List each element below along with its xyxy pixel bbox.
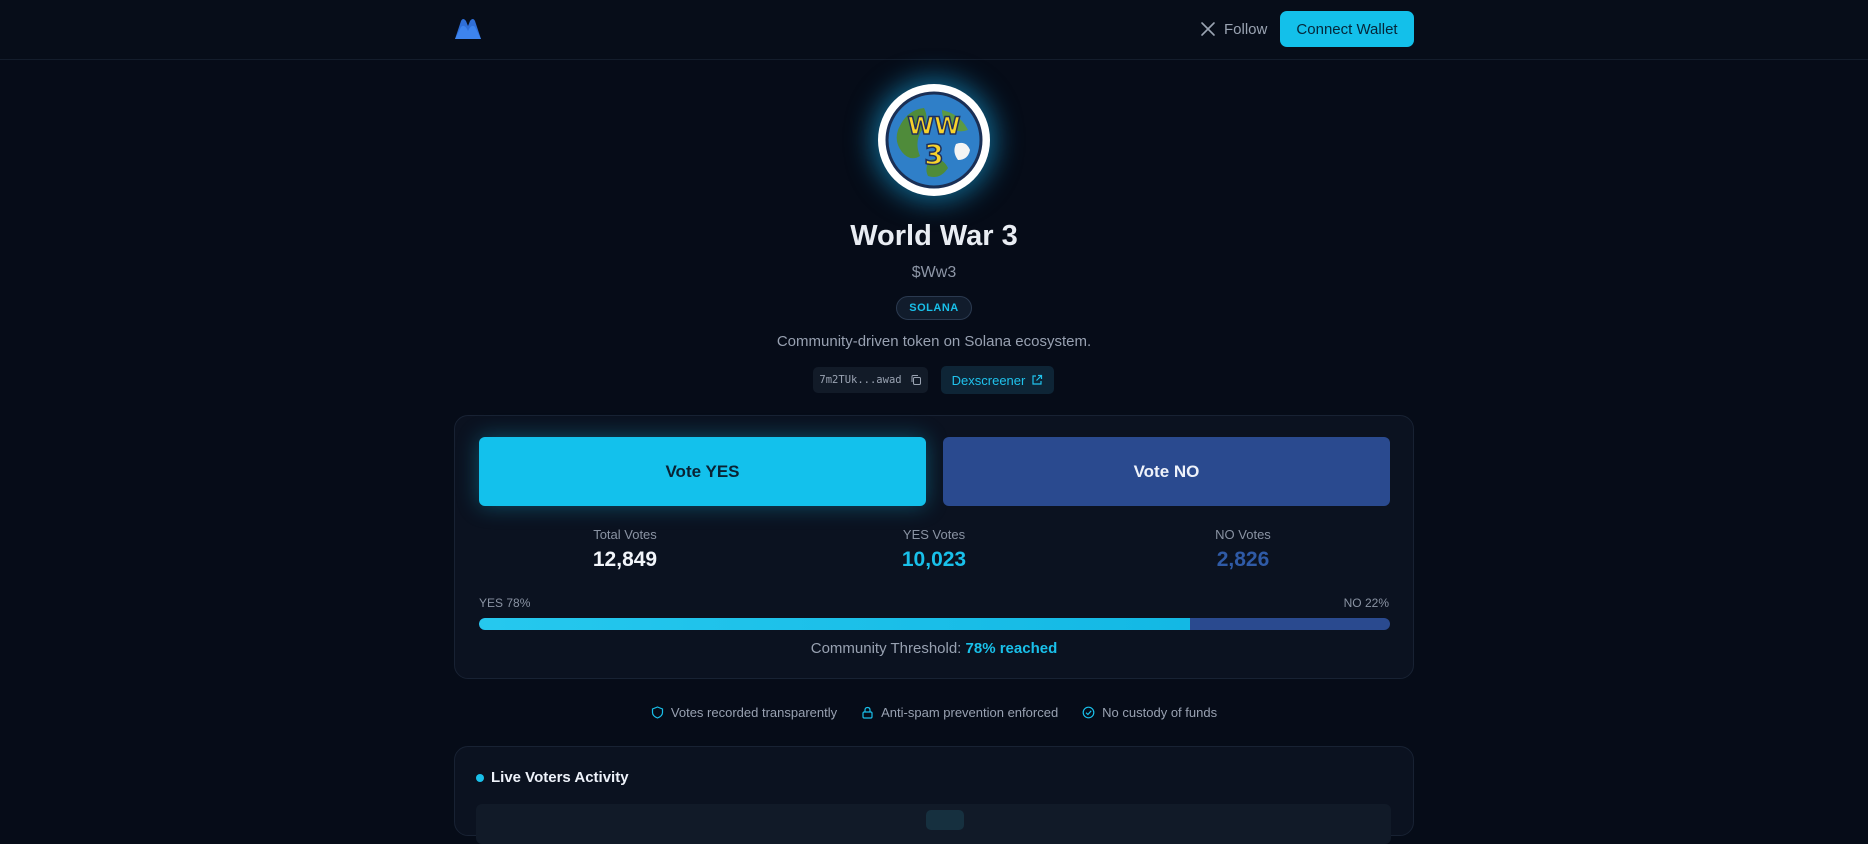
lock-icon xyxy=(862,706,873,719)
token-ticker: $Ww3 xyxy=(911,264,957,281)
external-link-icon xyxy=(1032,374,1043,385)
svg-text:WW: WW xyxy=(908,112,961,140)
yes-percent-label: YES 78% xyxy=(479,596,531,610)
yes-votes-value: 10,023 xyxy=(901,548,967,571)
no-votes-stat: NO Votes 2,826 xyxy=(1143,527,1343,572)
total-votes-stat: Total Votes 12,849 xyxy=(525,527,725,572)
svg-text:3: 3 xyxy=(924,138,943,171)
vote-yes-button[interactable]: Vote YES xyxy=(479,437,926,506)
live-voters-card: Live Voters Activity xyxy=(454,746,1414,844)
live-voters-title: Live Voters Activity xyxy=(491,769,629,786)
no-votes-value: 2,826 xyxy=(1216,548,1270,571)
check-circle-icon xyxy=(1082,706,1095,718)
yes-votes-label: YES Votes xyxy=(902,527,966,542)
follow-button[interactable]: Follow xyxy=(1200,17,1267,41)
top-nav-bar: Follow Connect Wallet xyxy=(0,0,1868,60)
vote-card: Vote YES Vote NO Total Votes 12,849 YES … xyxy=(454,415,1414,679)
copy-icon xyxy=(911,375,921,385)
trust-item-antispam: Anti-spam prevention enforced xyxy=(861,703,1058,721)
feed-tab-chip[interactable] xyxy=(926,810,964,830)
threshold-label: Community Threshold: xyxy=(810,640,962,657)
trust-item-transparent-label: Votes recorded transparently xyxy=(670,704,838,720)
trust-item-antispam-label: Anti-spam prevention enforced xyxy=(881,704,1059,720)
vote-no-button[interactable]: Vote NO xyxy=(943,437,1390,506)
no-percent-label: NO 22% xyxy=(1343,596,1389,610)
vote-progress-bar xyxy=(479,618,1390,630)
trust-item-custody: No custody of funds xyxy=(1082,703,1217,721)
ww3-globe-logo-icon: WW 3 xyxy=(885,91,983,189)
total-votes-value: 12,849 xyxy=(592,548,658,571)
brand-logo-icon[interactable] xyxy=(453,17,483,41)
yes-votes-stat: YES Votes 10,023 xyxy=(834,527,1034,572)
threshold-value: 78% reached xyxy=(965,640,1058,657)
trust-indicators: Votes recorded transparently Anti-spam p… xyxy=(0,703,1868,721)
vote-progress-fill xyxy=(479,618,1190,630)
chain-badge: SOLANA xyxy=(896,296,972,320)
shield-icon xyxy=(651,705,664,719)
contract-address-copy[interactable]: 7m2TUk...awad xyxy=(813,367,928,393)
dexscreener-link[interactable]: Dexscreener xyxy=(941,366,1054,394)
token-description: Community-driven token on Solana ecosyst… xyxy=(776,333,1092,350)
connect-wallet-button[interactable]: Connect Wallet xyxy=(1280,11,1414,47)
trust-item-transparent: Votes recorded transparently xyxy=(651,703,837,721)
contract-address: 7m2TUk...awad xyxy=(819,374,902,386)
community-threshold: Community Threshold: 78% reached xyxy=(455,640,1413,657)
live-voters-feed xyxy=(476,804,1391,844)
live-indicator-dot xyxy=(476,774,484,782)
token-name: World War 3 xyxy=(850,220,1018,252)
total-votes-label: Total Votes xyxy=(593,527,657,542)
follow-label: Follow xyxy=(1224,20,1268,38)
token-avatar: WW 3 xyxy=(878,84,990,196)
trust-item-custody-label: No custody of funds xyxy=(1102,704,1218,720)
x-twitter-icon xyxy=(1201,22,1215,36)
dexscreener-label: Dexscreener xyxy=(951,372,1026,388)
no-votes-label: NO Votes xyxy=(1215,527,1271,542)
